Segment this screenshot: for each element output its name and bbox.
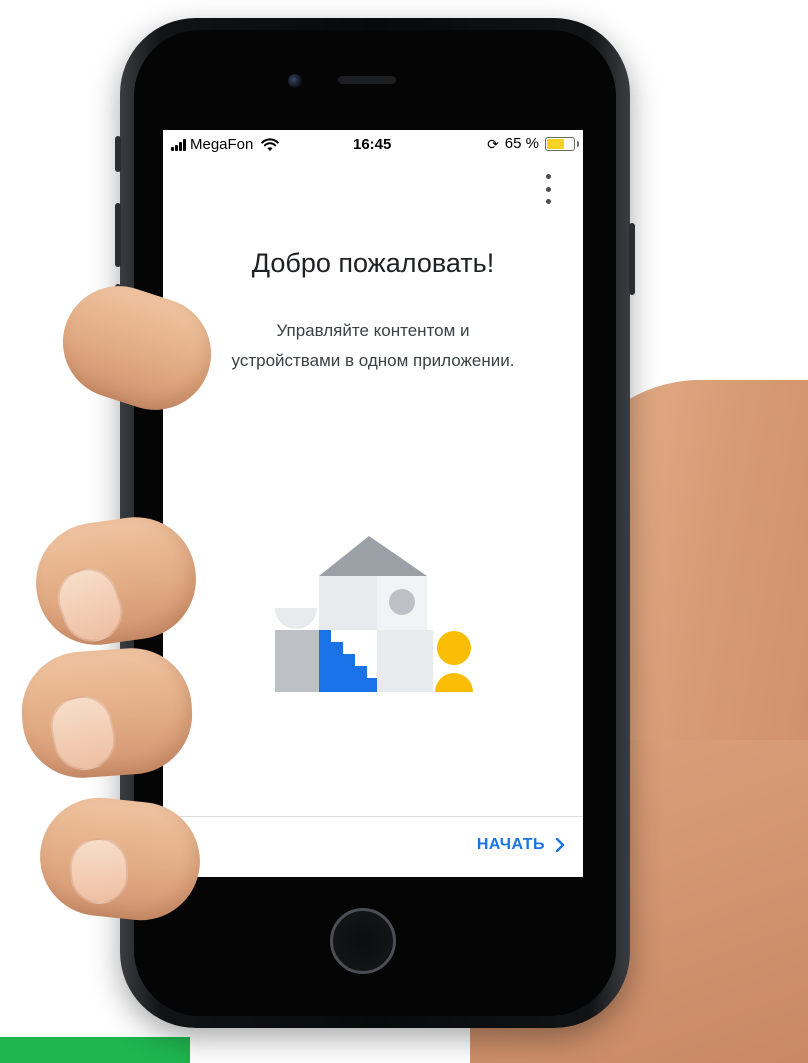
house-window-circle xyxy=(389,589,415,615)
front-camera xyxy=(288,74,302,88)
lower-middle-block xyxy=(377,630,433,692)
home-button[interactable] xyxy=(330,908,396,974)
more-vert-icon[interactable] xyxy=(543,174,553,204)
scene: MegaFon 16:45 ⟳ 65 % Добро пожаловать! У… xyxy=(0,0,808,1063)
yellow-figure-head xyxy=(437,631,471,665)
rotation-lock-icon: ⟳ xyxy=(487,135,499,152)
phone-screen: MegaFon 16:45 ⟳ 65 % Добро пожаловать! У… xyxy=(163,130,583,877)
bowl-shape xyxy=(275,608,317,629)
status-left: MegaFon xyxy=(171,136,280,153)
green-accent-strip xyxy=(0,1037,190,1063)
house-upper-left-block xyxy=(319,576,377,630)
status-right: ⟳ 65 % xyxy=(487,135,579,152)
power-button xyxy=(629,223,635,295)
carrier-name: MegaFon xyxy=(190,136,254,153)
yellow-figure-body xyxy=(435,673,473,692)
start-button-label: НАЧАТЬ xyxy=(476,836,545,853)
wifi-icon xyxy=(261,138,280,151)
status-bar: MegaFon 16:45 ⟳ 65 % xyxy=(163,130,583,158)
footer-divider xyxy=(163,816,583,817)
volume-up-button xyxy=(115,203,121,267)
chevron-right-icon xyxy=(555,838,565,852)
start-button[interactable]: НАЧАТЬ xyxy=(477,836,565,854)
mute-switch xyxy=(115,136,121,172)
status-time: 16:45 xyxy=(353,136,392,153)
welcome-subtitle: Управляйте контентом и устройствами в од… xyxy=(231,321,515,370)
battery-percent: 65 % xyxy=(504,135,539,152)
welcome-title: Добро пожаловать! xyxy=(251,248,495,278)
home-illustration xyxy=(275,536,473,692)
signal-icon xyxy=(171,138,186,151)
lower-left-block xyxy=(275,630,319,692)
battery-icon xyxy=(545,136,579,151)
house-roof xyxy=(319,536,427,576)
battery-fill xyxy=(547,138,564,149)
earpiece-speaker xyxy=(338,76,396,84)
